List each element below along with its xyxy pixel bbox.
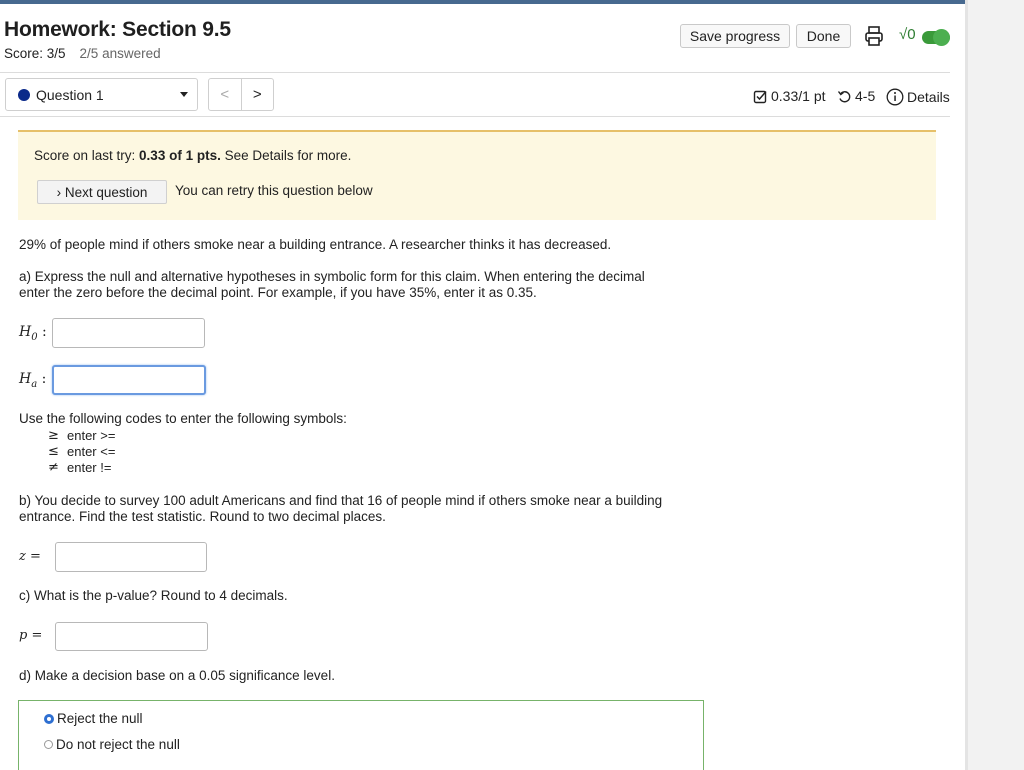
done-button[interactable]: Done bbox=[796, 24, 851, 48]
code-row: ≥ enter >= bbox=[48, 428, 115, 444]
math-toggle-switch[interactable] bbox=[922, 29, 950, 46]
part-c-text: c) What is the p-value? Round to 4 decim… bbox=[19, 588, 288, 603]
checkbox-checked-icon bbox=[753, 90, 767, 103]
caret-down-icon bbox=[180, 92, 188, 97]
attempts-indicator: 4-5 bbox=[837, 88, 875, 104]
geq-symbol: ≥ bbox=[48, 428, 59, 443]
code-row: ≤ enter <= bbox=[48, 444, 115, 460]
window-edge bbox=[965, 0, 968, 770]
question-status-dot bbox=[18, 88, 30, 101]
part-d-text: d) Make a decision base on a 0.05 signif… bbox=[19, 668, 335, 683]
alternative-hypothesis-input[interactable] bbox=[52, 365, 206, 395]
part-b-line2: entrance. Find the test statistic. Round… bbox=[19, 509, 386, 524]
option-label: Reject the null bbox=[57, 711, 143, 726]
score-text: Score: 3/5 bbox=[4, 46, 66, 61]
divider bbox=[0, 116, 950, 117]
score-notice: Score on last try: 0.33 of 1 pts. See De… bbox=[18, 130, 936, 220]
retry-text: You can retry this question below bbox=[175, 183, 373, 198]
next-question-button[interactable]: › Next question bbox=[37, 180, 167, 204]
question-select-label: Question 1 bbox=[36, 86, 104, 103]
info-icon bbox=[886, 88, 904, 106]
part-a-line1: a) Express the null and alternative hypo… bbox=[19, 269, 645, 284]
details-label: Details bbox=[907, 89, 950, 105]
answered-count: 2/5 answered bbox=[79, 46, 161, 61]
math-entry-icon[interactable]: √0 bbox=[899, 26, 921, 46]
option-do-not-reject-null[interactable]: Do not reject the null bbox=[44, 737, 180, 752]
next-question-arrow-button[interactable]: > bbox=[242, 79, 274, 110]
h0-letter: H bbox=[19, 324, 32, 340]
p-label: p = bbox=[19, 628, 43, 643]
neq-symbol: ≠ bbox=[48, 460, 59, 475]
notice-suffix: See Details for more. bbox=[220, 148, 352, 163]
notice-prefix: Score on last try: bbox=[34, 148, 140, 163]
question-select[interactable]: Question 1 bbox=[5, 78, 198, 111]
print-icon[interactable] bbox=[864, 25, 884, 47]
retry-icon bbox=[837, 90, 851, 102]
option-reject-null[interactable]: Reject the null bbox=[44, 711, 143, 726]
leq-symbol: ≤ bbox=[48, 444, 59, 459]
save-progress-button[interactable]: Save progress bbox=[680, 24, 790, 48]
question-intro: 29% of people mind if others smoke near … bbox=[19, 237, 612, 252]
codes-intro: Use the following codes to enter the fol… bbox=[19, 411, 347, 426]
radio-button-selected[interactable] bbox=[44, 713, 54, 724]
code-text: enter <= bbox=[67, 444, 116, 459]
attempts-text: 4-5 bbox=[855, 88, 876, 104]
test-statistic-input[interactable] bbox=[55, 542, 207, 572]
null-hypothesis-input[interactable] bbox=[52, 318, 205, 348]
question-nav-group: < > bbox=[208, 78, 274, 111]
points-text: 0.33/1 pt bbox=[771, 88, 826, 104]
points-indicator: 0.33/1 pt bbox=[753, 88, 826, 104]
part-b-line1: b) You decide to survey 100 adult Americ… bbox=[19, 493, 663, 508]
toggle-knob bbox=[933, 29, 950, 46]
page-title: Homework: Section 9.5 bbox=[4, 18, 231, 41]
p-value-input[interactable] bbox=[55, 622, 208, 651]
code-text: enter >= bbox=[67, 428, 116, 443]
z-label: z = bbox=[19, 549, 41, 564]
h0-label: H0 : bbox=[19, 324, 47, 343]
code-row: ≠ enter != bbox=[48, 460, 115, 476]
option-label: Do not reject the null bbox=[56, 737, 180, 752]
part-a-line2: enter the zero before the decimal point.… bbox=[19, 285, 537, 300]
divider bbox=[0, 72, 950, 73]
last-try-score: Score on last try: 0.33 of 1 pts. See De… bbox=[34, 148, 351, 163]
details-button[interactable]: Details bbox=[886, 88, 950, 106]
code-text: enter != bbox=[67, 460, 112, 475]
score-line: Score: 3/5 2/5 answered bbox=[4, 46, 161, 61]
radio-button[interactable] bbox=[44, 740, 53, 749]
previous-question-button[interactable]: < bbox=[209, 79, 242, 110]
decision-options-box: Reject the null Do not reject the null bbox=[18, 700, 704, 770]
homework-page: Homework: Section 9.5 Score: 3/5 2/5 answ… bbox=[0, 0, 965, 770]
ha-letter: H bbox=[19, 371, 32, 387]
ha-label: Ha : bbox=[19, 371, 47, 390]
symbol-codes-list: ≥ enter >= ≤ enter <= ≠ enter != bbox=[48, 428, 115, 476]
notice-score-value: 0.33 of 1 pts. bbox=[139, 148, 221, 163]
top-accent-bar bbox=[0, 0, 965, 4]
